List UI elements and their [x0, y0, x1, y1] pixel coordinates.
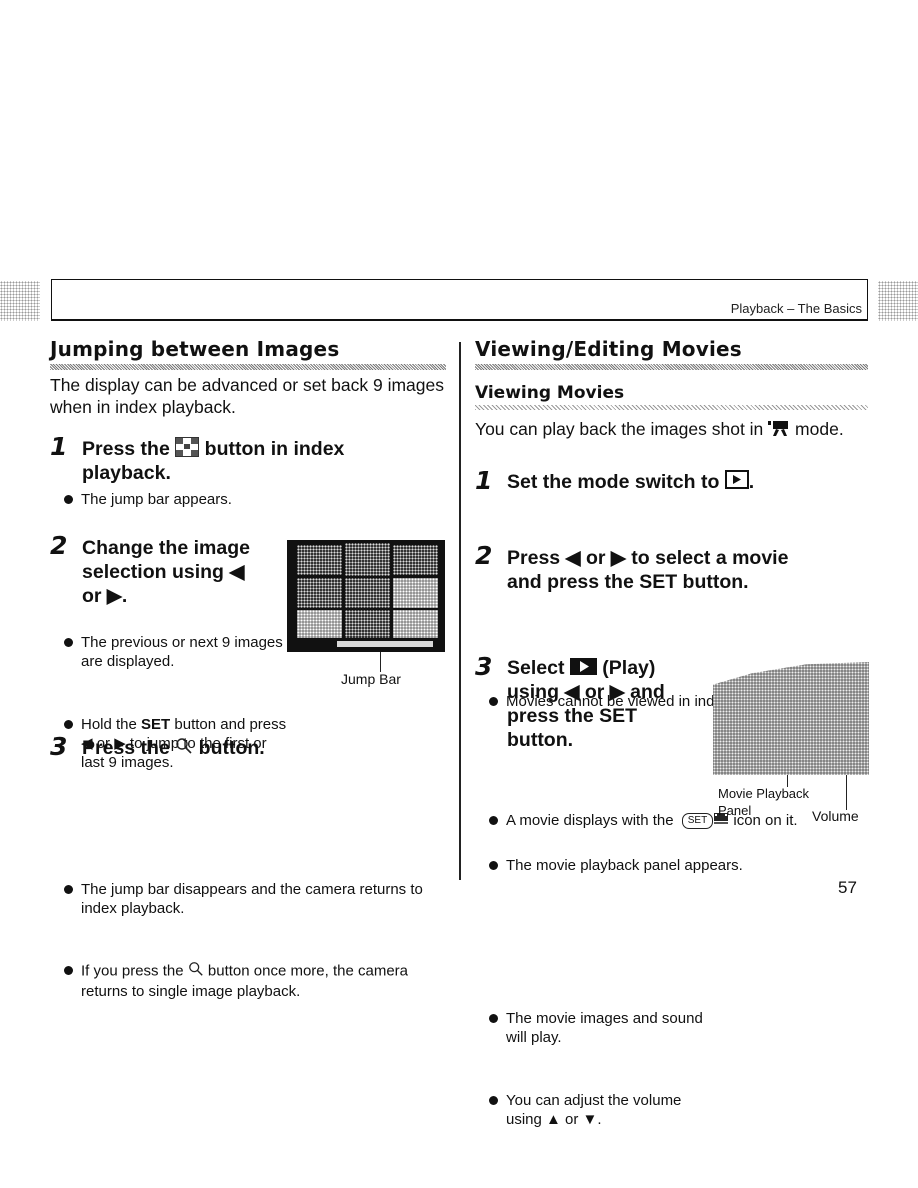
- bullet-item: If you press the button once more, the c…: [64, 961, 441, 1001]
- column-divider: [459, 342, 461, 880]
- bullet-item: The jump bar appears.: [64, 490, 441, 509]
- step-title-line2: selection using ◀: [82, 561, 245, 583]
- caption-line: Panel: [718, 803, 752, 818]
- bullet-item: You can adjust the volume using ▲ or ▼.: [489, 1091, 706, 1129]
- step-title-text: button in index: [204, 438, 345, 461]
- step-title-line1: Select (Play): [507, 656, 655, 681]
- callout-line-volume: [846, 775, 847, 810]
- step-number: 1: [50, 432, 68, 461]
- playback-mode-icon: [724, 470, 749, 495]
- step-number: 3: [475, 652, 493, 681]
- movie-playback-screenshot: [713, 662, 869, 775]
- magnifier-icon: [175, 737, 193, 761]
- index-playback-screenshot: [287, 540, 445, 652]
- step-title-line3: or ▶.: [82, 585, 128, 607]
- section-title: Playback – The Basics: [730, 301, 862, 316]
- header-pattern-left: [0, 281, 40, 321]
- left-heading: Jumping between Images: [50, 337, 340, 361]
- thumbnail: [297, 578, 342, 608]
- movie-mode-icon: [768, 419, 790, 442]
- caption-line: Movie Playback: [718, 786, 810, 801]
- step-title-text: Press the: [82, 737, 170, 759]
- step-number: 2: [50, 531, 68, 560]
- thumbnail: [393, 578, 438, 608]
- step-number: 2: [475, 541, 493, 570]
- step-title-line1: Change the image: [82, 537, 250, 559]
- step-title: Press the button.: [82, 736, 265, 761]
- caption-volume: Volume: [812, 808, 859, 824]
- right-subheading: Viewing Movies: [475, 383, 625, 403]
- thumbnail: [345, 578, 390, 608]
- step-number: 3: [50, 732, 68, 761]
- step-title-text: Press the: [82, 438, 170, 461]
- jump-bar: [337, 641, 433, 647]
- step-title: Press the button in index: [82, 437, 344, 463]
- heading-rule: [50, 364, 446, 370]
- step-title-line2: using ◀ or ▶ and: [507, 681, 665, 703]
- bullet-bold-text: SET: [141, 716, 171, 733]
- caption-movie-playback-panel: Movie Playback Panel: [718, 785, 809, 819]
- intro-text: You can play back the images shot in: [475, 419, 764, 439]
- bullet-text: Hold the: [81, 716, 142, 733]
- step-title-text: Select: [507, 657, 565, 679]
- subheading-rule: [475, 405, 868, 410]
- bullet-item: The previous or next 9 images are displa…: [64, 633, 286, 671]
- bullet-item: The movie images and sound will play.: [489, 1009, 706, 1047]
- page-number: 57: [838, 878, 857, 897]
- play-icon: [569, 657, 597, 681]
- intro-text: mode.: [795, 419, 844, 439]
- thumbnail: [393, 545, 438, 575]
- step-title-line2: and press the SET button.: [507, 571, 749, 593]
- magnifier-icon: [188, 961, 204, 982]
- jump-button-icon: [175, 437, 200, 463]
- step-title: Set the mode switch to .: [507, 470, 754, 495]
- step-title-line3: press the SET: [507, 705, 638, 727]
- header-pattern-right: [878, 281, 918, 321]
- figure-caption: Jump Bar: [341, 671, 401, 687]
- step-title-line4: button.: [507, 729, 574, 751]
- left-intro: The display can be advanced or set back …: [50, 375, 444, 417]
- heading-rule: [475, 364, 868, 370]
- step-title-text: (Play): [602, 657, 656, 679]
- thumbnail: [393, 610, 438, 638]
- step-title-line2: playback.: [82, 462, 171, 484]
- step-title-text: button.: [198, 737, 265, 759]
- step-title-line1: Press ◀ or ▶ to select a movie: [507, 547, 789, 569]
- step-title-text: Set the mode switch to: [507, 471, 720, 493]
- callout-line: [380, 652, 381, 672]
- step-title-text: .: [748, 471, 755, 493]
- set-movie-icon: SET: [681, 813, 714, 830]
- thumbnail: [297, 545, 342, 575]
- thumbnail: [345, 610, 390, 638]
- thumbnail: [345, 543, 390, 576]
- thumbnail: [297, 610, 342, 638]
- bullet-item: The jump bar disappears and the camera r…: [64, 880, 441, 918]
- step-number: 1: [475, 466, 493, 495]
- right-intro: You can play back the images shot in mod…: [475, 418, 865, 442]
- right-heading: Viewing/Editing Movies: [475, 337, 742, 361]
- bullet-text: A movie displays with the: [506, 812, 674, 829]
- bullet-text: If you press the: [81, 962, 184, 980]
- bullet-item: The movie playback panel appears.: [489, 856, 876, 875]
